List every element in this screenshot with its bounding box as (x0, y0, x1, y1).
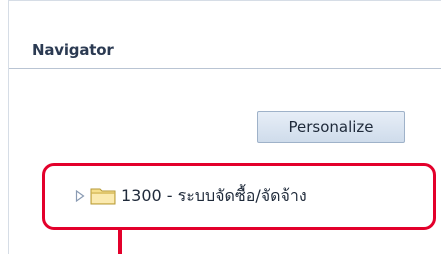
personalize-button[interactable]: Personalize (257, 111, 405, 143)
navigator-screen: Navigator Personalize 1300 - ระบบจัดซื้อ… (0, 0, 441, 254)
triangle-right-icon (75, 190, 85, 202)
navigator-title: Navigator (32, 41, 114, 59)
navigator-header: Navigator (9, 31, 441, 69)
tree-node-1300[interactable]: 1300 - ระบบจัดซื้อ/จัดจ้าง (74, 181, 307, 211)
expand-triangle-icon[interactable] (74, 189, 86, 203)
tree-node-label[interactable]: 1300 - ระบบจัดซื้อ/จัดจ้าง (121, 184, 307, 209)
folder-icon (90, 186, 118, 206)
